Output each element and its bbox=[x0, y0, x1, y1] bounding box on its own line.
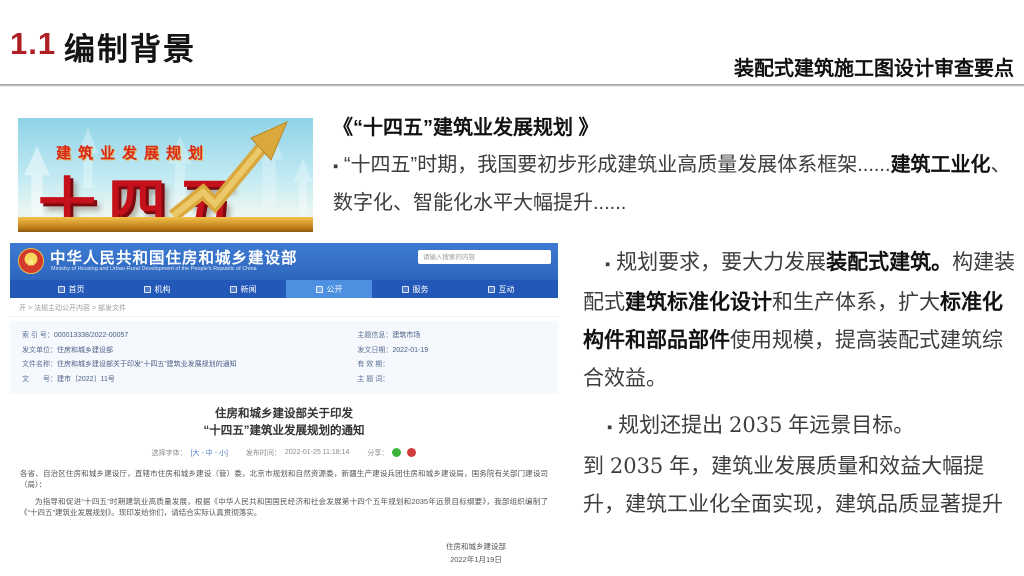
article-body: 各省、自治区住房和城乡建设厅，直辖市住房和城乡建设（管）委，北京市规划和自然资源… bbox=[10, 468, 558, 519]
national-emblem-icon: ★ bbox=[18, 248, 44, 274]
publish-time-label: 发布时间： bbox=[246, 448, 281, 458]
nav-item-disclosure[interactable]: 公开 bbox=[286, 280, 372, 298]
promo-ground bbox=[18, 217, 313, 232]
document-info-panel: 索 引 号：000013338/2022-00057 发文单位：住房和城乡建设部… bbox=[10, 321, 558, 394]
search-input[interactable] bbox=[418, 250, 551, 264]
service-icon bbox=[402, 286, 409, 293]
site-navbar: 首页 机构 新闻 公开 服务 互动 bbox=[10, 280, 558, 298]
breadcrumb[interactable]: 开 > 法规主动公开内容 > 部发文件 bbox=[10, 298, 558, 317]
article-signature: 住房和城乡建设部 2022年1月19日 bbox=[446, 540, 506, 566]
home-icon bbox=[58, 286, 65, 293]
mohurd-website-screenshot: ★ 中华人民共和国住房和城乡建设部 Ministry of Housing an… bbox=[10, 243, 558, 576]
nav-item-home[interactable]: 首页 bbox=[28, 280, 114, 298]
info-row: 索 引 号：000013338/2022-00057 bbox=[22, 330, 357, 340]
up-arrow-decoration bbox=[294, 158, 312, 214]
font-size-label: 选择字体： bbox=[152, 448, 187, 458]
info-row: 有 效 期： bbox=[357, 359, 546, 369]
share-label: 分享： bbox=[367, 448, 388, 458]
goals-detail-text: 到 2035 年，建筑业发展质量和效益大幅提升，建筑工业化全面实现，建筑品质显著… bbox=[583, 447, 1017, 524]
info-row: 发文单位：住房和城乡建设部 bbox=[22, 345, 357, 355]
nav-item-org[interactable]: 机构 bbox=[114, 280, 200, 298]
content-block-requirements: ▪ 规划要求，要大力发展装配式建筑。构建装配式建筑标准化设计和生产体系，扩大标准… bbox=[583, 244, 1017, 398]
site-banner: ★ 中华人民共和国住房和城乡建设部 Ministry of Housing an… bbox=[10, 243, 558, 280]
section-number: 1.1 bbox=[10, 26, 56, 62]
nav-item-interaction[interactable]: 互动 bbox=[458, 280, 544, 298]
font-size-selector[interactable]: [大 - 中 - 小] bbox=[191, 448, 228, 458]
promo-image: 建筑业发展规划 十四五 bbox=[18, 118, 313, 232]
document-icon bbox=[316, 286, 323, 293]
header-divider bbox=[0, 84, 1024, 87]
info-row: 文件名称：住房和城乡建设部关于印发“十四五”建筑业发展规划的通知 bbox=[22, 359, 357, 369]
interaction-icon bbox=[488, 286, 495, 293]
site-name: 中华人民共和国住房和城乡建设部 bbox=[50, 246, 298, 268]
article-meta: 选择字体： [大 - 中 - 小] 发布时间： 2022-01-25 11:18… bbox=[10, 448, 558, 458]
news-icon bbox=[230, 286, 237, 293]
plan-bullet-text: ▪ “十四五”时期，我国要初步形成建筑业高质量发展体系框架......建筑工业化… bbox=[333, 147, 1019, 222]
plan-heading: 《“十四五”建筑业发展规划 》 bbox=[333, 110, 1019, 147]
article-paragraph: 各省、自治区住房和城乡建设厅，直辖市住房和城乡建设（管）委，北京市规划和自然资源… bbox=[20, 468, 548, 491]
page-title: 编制背景 bbox=[64, 24, 196, 69]
organization-icon bbox=[144, 286, 151, 293]
content-block-2035-goals: ▪ 规划还提出 2035 年远景目标。 到 2035 年，建筑业发展质量和效益大… bbox=[583, 406, 1017, 524]
nav-item-news[interactable]: 新闻 bbox=[200, 280, 286, 298]
content-block-plan: 《“十四五”建筑业发展规划 》 ▪ “十四五”时期，我国要初步形成建筑业高质量发… bbox=[333, 110, 1019, 222]
requirements-bullet-text: ▪ 规划要求，要大力发展装配式建筑。构建装配式建筑标准化设计和生产体系，扩大标准… bbox=[583, 244, 1017, 398]
weibo-share-icon[interactable] bbox=[407, 448, 416, 457]
site-name-english: Ministry of Housing and Urban-Rural Deve… bbox=[51, 266, 257, 272]
document-subtitle: 装配式建筑施工图设计审查要点 bbox=[734, 52, 1014, 81]
article-paragraph: 为指导和促进“十四五”时期建筑业高质量发展，根据《中华人民共和国国民经济和社会发… bbox=[20, 496, 548, 519]
nav-item-service[interactable]: 服务 bbox=[372, 280, 458, 298]
info-row: 文 号：建市〔2022〕11号 bbox=[22, 374, 357, 384]
info-row: 发文日期：2022-01-19 bbox=[357, 345, 546, 355]
growth-arrow-icon bbox=[165, 120, 295, 220]
wechat-share-icon[interactable] bbox=[392, 448, 401, 457]
publish-time: 2022-01-25 11:18:14 bbox=[285, 449, 349, 456]
goals-bullet-text: ▪ 规划还提出 2035 年远景目标。 bbox=[583, 406, 1017, 447]
info-row: 主题信息：建筑市场 bbox=[357, 330, 546, 340]
info-row: 主 题 词： bbox=[357, 374, 546, 384]
article-title: 住房和城乡建设部关于印发 “十四五”建筑业发展规划的通知 bbox=[10, 406, 558, 440]
slide: 1.1 编制背景 装配式建筑施工图设计审查要点 建筑业发展规划 十四五 ★ 中华… bbox=[0, 0, 1024, 576]
nav-item-special[interactable]: 专题 bbox=[544, 280, 558, 298]
